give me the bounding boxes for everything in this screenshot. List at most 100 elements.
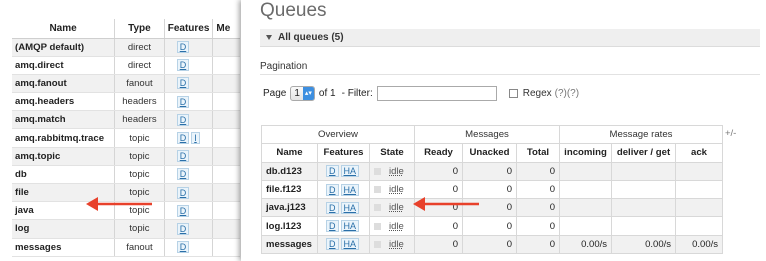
queue-name-link[interactable]: file.f123: [261, 179, 318, 200]
page-of-label: of 1: [318, 87, 336, 99]
regex-checkbox[interactable]: [508, 88, 518, 98]
feature-tag[interactable]: D: [326, 165, 339, 178]
pagination-controls: Page 1 ▴▾ of 1 - Filter: Regex (?)(?): [263, 85, 579, 101]
exchange-name-link[interactable]: amq.rabbitmq.trace: [12, 128, 115, 148]
feature-tag[interactable]: D: [176, 95, 190, 108]
all-queues-section-toggle[interactable]: All queues (5): [260, 29, 760, 47]
queue-name-link[interactable]: db.d123: [261, 161, 318, 181]
feature-tag[interactable]: HA: [340, 165, 360, 178]
table-row[interactable]: messages fanout D: [12, 238, 240, 257]
feature-tag[interactable]: HA: [340, 201, 360, 214]
queue-name-link[interactable]: java.j123: [261, 198, 318, 218]
exchange-messages-cell: [212, 147, 240, 166]
column-toggle-link[interactable]: +/-: [725, 128, 736, 139]
col-header-features[interactable]: Features: [163, 19, 213, 39]
right-red-arrow-icon: [413, 197, 479, 211]
col-header-features[interactable]: Features: [317, 143, 370, 163]
table-row[interactable]: db.d123 D HA idle 0 0 0: [261, 161, 723, 181]
table-row[interactable]: java.j123 D HA idle 0 0 0: [261, 198, 723, 218]
table-row[interactable]: amq.direct direct D: [12, 56, 240, 75]
filter-input[interactable]: [376, 85, 497, 101]
table-row[interactable]: amq.topic topic D: [12, 147, 240, 166]
exchange-messages-cell: [212, 165, 240, 185]
feature-tag[interactable]: D: [176, 150, 190, 163]
exchange-features: D: [163, 56, 213, 75]
feature-tag[interactable]: D: [326, 220, 339, 233]
feature-tag[interactable]: HA: [340, 183, 360, 196]
feature-tag[interactable]: D: [176, 132, 190, 145]
queue-name-link[interactable]: messages: [261, 234, 318, 255]
feature-tag[interactable]: HA: [340, 238, 360, 251]
exchange-features: D: [163, 74, 213, 94]
feature-tag[interactable]: D: [176, 77, 190, 90]
exchange-name-link[interactable]: amq.headers: [12, 92, 115, 112]
feature-tag[interactable]: D: [176, 241, 190, 254]
queue-name-link[interactable]: log.l123: [261, 216, 318, 236]
col-header-type[interactable]: Type: [114, 19, 165, 39]
regex-help-link[interactable]: (?)(?): [555, 88, 579, 99]
table-row[interactable]: log.l123 D HA idle 0 0 0: [261, 216, 723, 236]
table-row[interactable]: amq.rabbitmq.trace topic D I: [12, 128, 240, 148]
feature-tag[interactable]: I: [191, 132, 200, 145]
feature-tag[interactable]: HA: [340, 220, 360, 233]
exchange-features: D: [163, 238, 213, 257]
feature-tag[interactable]: D: [176, 222, 190, 235]
exchange-features: D: [163, 219, 213, 239]
exchange-name-link[interactable]: amq.direct: [12, 56, 115, 75]
table-row[interactable]: (AMQP default) direct D: [12, 38, 240, 57]
feature-tag[interactable]: D: [326, 183, 339, 196]
table-row[interactable]: log topic D: [12, 219, 240, 239]
table-row[interactable]: amq.fanout fanout D: [12, 74, 240, 94]
exchange-name-link[interactable]: log: [12, 219, 115, 239]
exchange-name-link[interactable]: messages: [12, 238, 115, 257]
exchange-name-link[interactable]: (AMQP default): [12, 38, 115, 57]
col-header-deliver-get[interactable]: deliver / get: [611, 143, 676, 163]
exchange-name-link[interactable]: amq.fanout: [12, 74, 115, 94]
exchange-features: D: [163, 147, 213, 166]
col-header-ack[interactable]: ack: [675, 143, 723, 163]
col-header-ready[interactable]: Ready: [414, 143, 463, 163]
table-row[interactable]: amq.headers headers D: [12, 92, 240, 112]
feature-tag[interactable]: D: [326, 201, 339, 214]
col-header-unacked[interactable]: Unacked: [462, 143, 517, 163]
unacked-count: 0: [462, 234, 517, 255]
exchange-name-link[interactable]: amq.topic: [12, 147, 115, 166]
select-chevron-icon: ▴▾: [302, 86, 314, 100]
table-row[interactable]: messages D HA idle 0 0 0 0.00/s 0.00/s 0.00/s: [261, 234, 723, 255]
col-header-name[interactable]: Name: [261, 143, 318, 163]
exchange-messages-cell: [212, 201, 240, 221]
feature-tag[interactable]: D: [176, 186, 190, 199]
col-header-messages[interactable]: Me: [212, 19, 240, 39]
feature-tag[interactable]: D: [176, 204, 190, 217]
exchange-messages-cell: [212, 219, 240, 239]
queue-features: D HA: [317, 216, 370, 236]
incoming-rate: [559, 198, 612, 218]
state-indicator-icon: [374, 222, 381, 230]
col-header-state[interactable]: State: [369, 143, 415, 163]
page-select-value: 1: [294, 87, 300, 99]
table-row[interactable]: db topic D: [12, 165, 240, 185]
feature-tag[interactable]: D: [326, 238, 339, 251]
exchange-features: D: [163, 183, 213, 203]
feature-tag[interactable]: D: [176, 59, 190, 72]
total-count: 0: [516, 216, 560, 236]
deliver-get-rate: [611, 216, 676, 236]
table-row[interactable]: amq.match headers D: [12, 110, 240, 130]
col-header-total[interactable]: Total: [516, 143, 560, 163]
ack-rate: [675, 216, 723, 236]
feature-tag[interactable]: D: [176, 41, 190, 54]
exchange-name-link[interactable]: amq.match: [12, 110, 115, 130]
total-count: 0: [516, 234, 560, 255]
queue-features: D HA: [317, 234, 370, 255]
arrow-head: [86, 197, 98, 211]
page-select[interactable]: 1 ▴▾: [290, 85, 315, 101]
exchange-type: topic: [114, 128, 165, 148]
feature-tag[interactable]: D: [176, 113, 190, 126]
exchange-features: D: [163, 92, 213, 112]
table-row[interactable]: file.f123 D HA idle 0 0 0: [261, 179, 723, 200]
col-header-incoming[interactable]: incoming: [559, 143, 612, 163]
exchange-type: topic: [114, 147, 165, 166]
col-header-name[interactable]: Name: [12, 19, 115, 39]
exchange-name-link[interactable]: db: [12, 165, 115, 185]
feature-tag[interactable]: D: [176, 168, 190, 181]
